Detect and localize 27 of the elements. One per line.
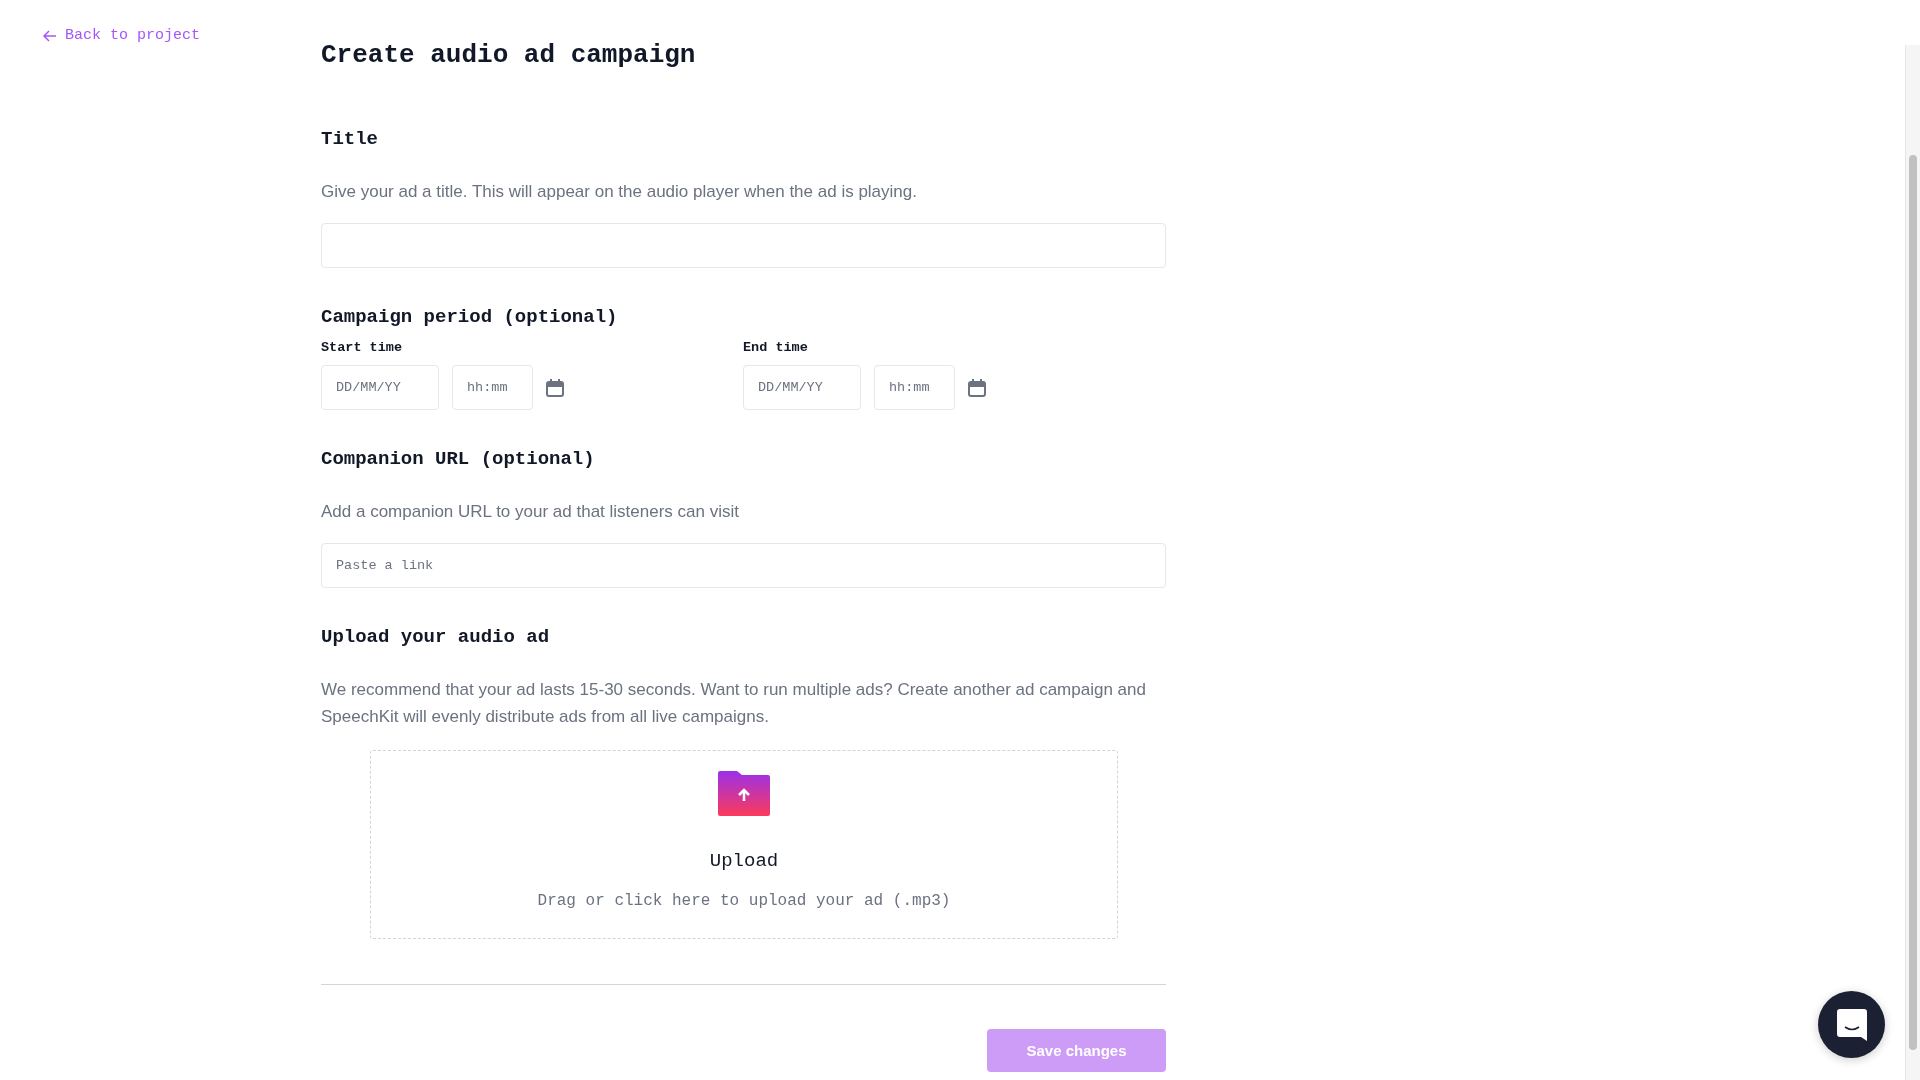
section-heading: Companion URL (optional)	[321, 448, 596, 470]
date-input[interactable]: DD/MM/YY	[321, 365, 439, 410]
time-input[interactable]: hh:mm	[452, 365, 533, 410]
chat-bubble-icon	[1836, 1008, 1867, 1041]
chat-button[interactable]	[1818, 991, 1885, 1058]
section-description: Give your ad a title. This will appear on the audio player when the ad is playing.	[321, 181, 918, 203]
title-input[interactable]	[321, 223, 1166, 268]
section-heading: Upload your audio ad	[321, 626, 551, 648]
calendar-icon[interactable]	[546, 378, 564, 397]
section-description: Add a companion URL to your ad that listeners can visit	[321, 501, 740, 523]
url-input[interactable]: Paste a link	[321, 543, 1166, 588]
date-input[interactable]: DD/MM/YY	[743, 365, 861, 410]
upload-title: Upload	[709, 850, 779, 872]
scrollbar[interactable]	[1905, 45, 1920, 1080]
time-input[interactable]: hh:mm	[874, 365, 955, 410]
field-label: End time	[743, 340, 809, 355]
upload-hint: Drag or click here to upload your ad (.mp3)	[537, 892, 951, 910]
arrow-left-icon	[43, 29, 57, 42]
section-description: We recommend that your ad lasts 15-30 seconds. Want to run multiple ads? Create another ad campaign and SpeechKit will evenly distribute ads from all live campaigns.	[321, 679, 1147, 728]
upload-dropzone[interactable]: Upload Drag or click here to upload your ad (.mp3)	[370, 750, 1118, 939]
back-link[interactable]: Back to project	[43, 27, 201, 44]
calendar-icon[interactable]	[968, 378, 986, 397]
page-title: Create audio ad campaign	[321, 40, 697, 70]
folder-upload-icon	[717, 771, 771, 816]
section-heading: Title	[321, 128, 379, 150]
field-label: Start time	[321, 340, 403, 355]
section-heading: Campaign period (optional)	[321, 306, 619, 328]
